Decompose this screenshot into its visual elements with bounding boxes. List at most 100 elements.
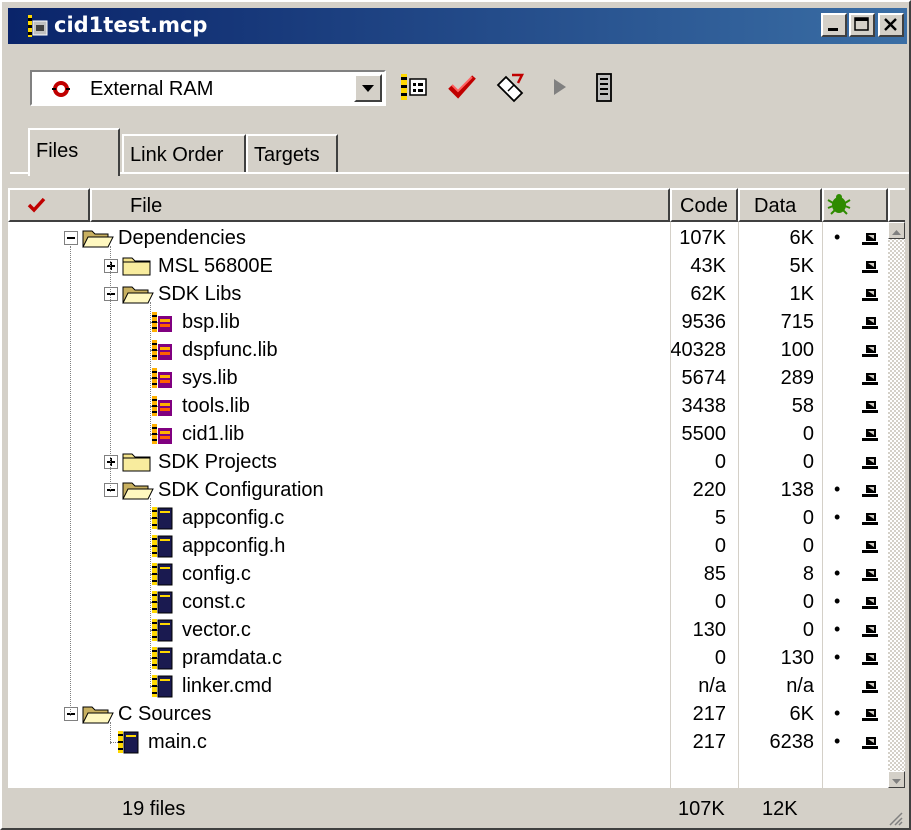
column-data-header[interactable]: Data xyxy=(738,188,822,222)
tab-link-order[interactable]: Link Order xyxy=(122,134,246,172)
collapse-icon[interactable] xyxy=(64,231,78,245)
tree-connector xyxy=(110,246,111,492)
debug-enabled-marker[interactable]: • xyxy=(834,647,840,668)
target-toggle-icon[interactable] xyxy=(861,510,879,526)
column-data-label: Data xyxy=(754,195,797,217)
make-icon[interactable] xyxy=(494,71,526,103)
column-file-label: File xyxy=(130,195,163,217)
target-toggle-icon[interactable] xyxy=(861,230,879,246)
table-row[interactable]: cid1.lib 5500 0 xyxy=(8,420,888,448)
file-name: cid1.lib xyxy=(182,423,245,445)
target-toggle-icon[interactable] xyxy=(861,538,879,554)
target-toggle-icon[interactable] xyxy=(861,706,879,722)
tree-folder-row[interactable]: SDK Configuration 220 138 • xyxy=(8,476,888,504)
debug-enabled-marker[interactable]: • xyxy=(834,591,840,612)
table-row[interactable]: main.c 217 6238 • xyxy=(8,728,888,756)
tree-connector xyxy=(70,246,71,716)
debug-enabled-marker[interactable]: • xyxy=(834,619,840,640)
vertical-scrollbar[interactable] xyxy=(888,222,905,788)
settings-icon[interactable] xyxy=(398,71,430,103)
target-toggle-icon[interactable] xyxy=(861,454,879,470)
column-file-header[interactable]: File xyxy=(90,188,670,222)
run-icon[interactable] xyxy=(544,71,576,103)
target-toggle-icon[interactable] xyxy=(861,342,879,358)
target-select[interactable]: External RAM xyxy=(30,70,386,106)
target-toggle-icon[interactable] xyxy=(861,678,879,694)
debug-icon[interactable] xyxy=(588,71,620,103)
code-size: 5 xyxy=(714,507,726,529)
debug-enabled-marker[interactable]: • xyxy=(834,479,840,500)
table-row[interactable]: tools.lib 3438 58 xyxy=(8,392,888,420)
maximize-button[interactable] xyxy=(849,13,875,37)
column-debug-header[interactable] xyxy=(822,188,888,222)
target-toggle-icon[interactable] xyxy=(861,650,879,666)
debug-enabled-marker[interactable]: • xyxy=(834,507,840,528)
column-check-header[interactable] xyxy=(8,188,90,222)
tree-folder-row[interactable]: C Sources 217 6K • xyxy=(8,700,888,728)
column-code-header[interactable]: Code xyxy=(670,188,738,222)
data-size: 100 xyxy=(780,339,814,361)
title-bar[interactable]: cid1test.mcp xyxy=(8,8,907,44)
tree-folder-row[interactable]: Dependencies 107K 6K • xyxy=(8,224,888,252)
tree-folder-row[interactable]: SDK Projects 0 0 xyxy=(8,448,888,476)
resize-grip-icon[interactable] xyxy=(887,810,903,826)
status-bar: 19 files 107K 12K xyxy=(8,788,905,828)
library-file-icon xyxy=(152,368,172,388)
code-size: 217 xyxy=(692,703,726,725)
target-toggle-icon[interactable] xyxy=(861,398,879,414)
code-size: 220 xyxy=(692,479,726,501)
collapse-icon[interactable] xyxy=(104,483,118,497)
tree-connector xyxy=(110,722,111,744)
table-row[interactable]: appconfig.c 5 0 • xyxy=(8,504,888,532)
debug-enabled-marker[interactable]: • xyxy=(834,227,840,248)
target-toggle-icon[interactable] xyxy=(861,734,879,750)
target-toggle-icon[interactable] xyxy=(861,258,879,274)
expand-icon[interactable] xyxy=(104,259,118,273)
table-row[interactable]: bsp.lib 9536 715 xyxy=(8,308,888,336)
target-toggle-icon[interactable] xyxy=(861,622,879,638)
close-button[interactable] xyxy=(878,13,904,37)
scroll-down-button[interactable] xyxy=(888,771,905,788)
data-size: 6238 xyxy=(769,731,815,753)
file-name: MSL 56800E xyxy=(158,255,273,277)
target-toggle-icon[interactable] xyxy=(861,314,879,330)
folder-icon xyxy=(122,453,151,472)
check-syntax-icon[interactable] xyxy=(446,71,478,103)
target-toggle-icon[interactable] xyxy=(861,566,879,582)
table-row[interactable]: sys.lib 5674 289 xyxy=(8,364,888,392)
tab-label: Targets xyxy=(254,144,320,166)
code-size: 85 xyxy=(703,563,726,585)
tab-baseline xyxy=(120,172,909,174)
collapse-icon[interactable] xyxy=(64,707,78,721)
debug-enabled-marker[interactable]: • xyxy=(834,563,840,584)
target-toggle-icon[interactable] xyxy=(861,370,879,386)
data-size: 0 xyxy=(802,507,814,529)
collapse-icon[interactable] xyxy=(104,287,118,301)
target-icon xyxy=(52,81,70,97)
target-toggle-icon[interactable] xyxy=(861,286,879,302)
target-toggle-icon[interactable] xyxy=(861,482,879,498)
debug-enabled-marker[interactable]: • xyxy=(834,731,840,752)
table-row[interactable]: vector.c 130 0 • xyxy=(8,616,888,644)
tree-folder-row[interactable]: SDK Libs 62K 1K xyxy=(8,280,888,308)
table-row[interactable]: const.c 0 0 • xyxy=(8,588,888,616)
expand-icon[interactable] xyxy=(104,455,118,469)
scroll-up-button[interactable] xyxy=(888,222,905,239)
data-size: 0 xyxy=(802,451,814,473)
table-row[interactable]: linker.cmd n/a n/a xyxy=(8,672,888,700)
tree-folder-row[interactable]: MSL 56800E 43K 5K xyxy=(8,252,888,280)
file-name: SDK Configuration xyxy=(158,479,324,501)
file-name: pramdata.c xyxy=(182,647,283,669)
minimize-button[interactable] xyxy=(821,13,847,37)
table-row[interactable]: pramdata.c 0 130 • xyxy=(8,644,888,672)
target-toggle-icon[interactable] xyxy=(861,426,879,442)
tab-targets[interactable]: Targets xyxy=(246,134,338,172)
table-row[interactable]: config.c 85 8 • xyxy=(8,560,888,588)
table-row[interactable]: appconfig.h 0 0 xyxy=(8,532,888,560)
target-toggle-icon[interactable] xyxy=(861,594,879,610)
debug-enabled-marker[interactable]: • xyxy=(834,703,840,724)
target-select-dropdown[interactable] xyxy=(354,74,382,102)
tab-files[interactable]: Files xyxy=(28,128,120,176)
file-count: 19 files xyxy=(122,798,186,820)
table-row[interactable]: dspfunc.lib 40328 100 xyxy=(8,336,888,364)
